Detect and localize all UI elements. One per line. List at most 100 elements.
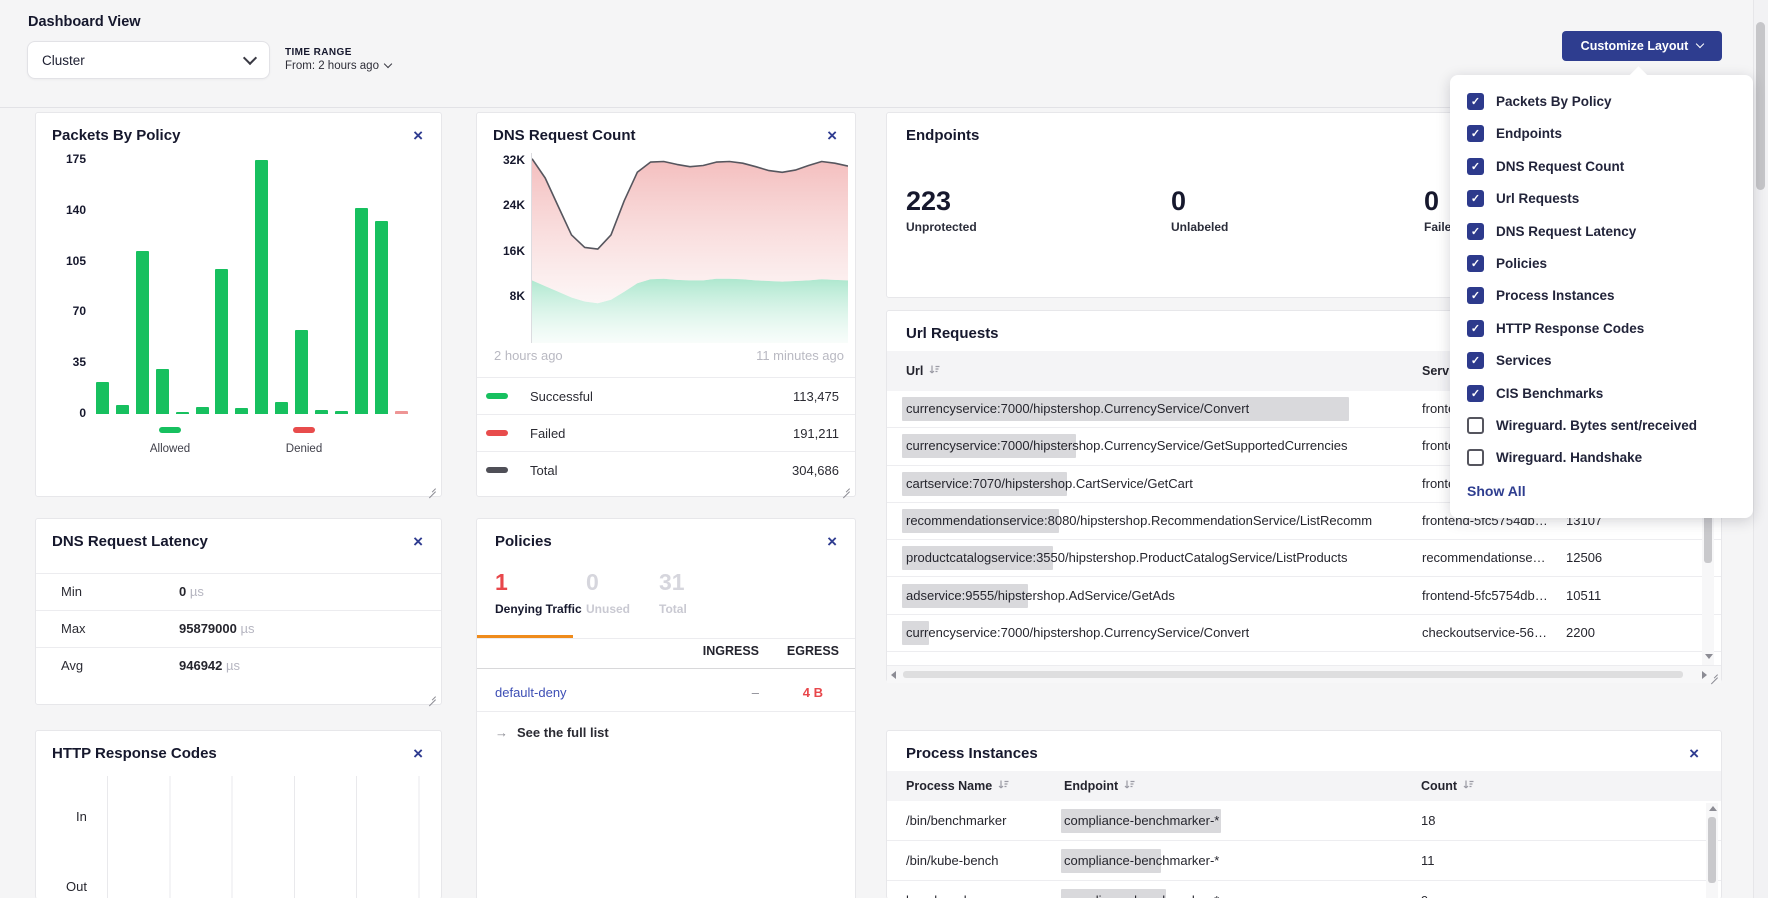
checkbox-checked-icon[interactable]: ✓ (1467, 190, 1484, 207)
bar-allowed (315, 410, 328, 414)
card-title: Policies (495, 533, 552, 550)
scrollbar-thumb[interactable] (903, 671, 1683, 678)
bar-allowed (96, 382, 109, 414)
service-cell: frontend-5fc5754db… (1422, 588, 1548, 603)
scroll-up-icon[interactable] (1709, 806, 1717, 811)
bar-allowed (116, 405, 129, 414)
view-selector[interactable]: Cluster (27, 41, 270, 79)
column-header-endpoint[interactable]: Endpoint (1064, 771, 1135, 801)
customize-layout-button[interactable]: Customize Layout (1562, 31, 1722, 61)
scroll-down-icon[interactable] (1705, 654, 1713, 659)
legend-swatch (159, 427, 181, 433)
resize-handle[interactable] (1709, 669, 1718, 678)
url-table-row[interactable]: adservice:9555/hipstershop.AdService/Get… (887, 578, 1721, 615)
process-table-row[interactable]: /bin/kube-benchcompliance-benchmarker-*1… (887, 841, 1721, 881)
latency-row-max: Max95879000 µs (36, 610, 441, 648)
card-title: Process Instances (906, 745, 1038, 762)
menu-item-process-instances[interactable]: ✓Process Instances (1467, 287, 1615, 304)
latency-label: Avg (61, 658, 83, 673)
bar-allowed (156, 369, 169, 414)
column-header-url[interactable]: Url (906, 351, 940, 391)
time-range-control[interactable]: From: 2 hours ago (285, 60, 391, 72)
ingress-value: – (679, 685, 759, 700)
menu-item-dns-request-count[interactable]: ✓DNS Request Count (1467, 158, 1624, 175)
menu-item-label: Wireguard. Bytes sent/received (1496, 418, 1697, 433)
process-table-row[interactable]: benchmarkercompliance-benchmarker-*9 (887, 881, 1721, 898)
menu-item-policies[interactable]: ✓Policies (1467, 255, 1547, 272)
tab-label: Total (659, 602, 687, 616)
menu-item-packets-by-policy[interactable]: ✓Packets By Policy (1467, 93, 1612, 110)
bar-allowed (275, 402, 288, 414)
policy-tab-total[interactable]: 31Total (659, 569, 687, 616)
legend-value: 191,211 (793, 426, 839, 441)
close-icon[interactable]: × (827, 533, 837, 550)
time-range-label: TIME RANGE (285, 47, 352, 58)
checkbox-checked-icon[interactable]: ✓ (1467, 255, 1484, 272)
checkbox-checked-icon[interactable]: ✓ (1467, 287, 1484, 304)
card-title: HTTP Response Codes (52, 745, 217, 762)
menu-item-cis-benchmarks[interactable]: ✓ CIS Benchmarks (1467, 385, 1603, 402)
close-icon[interactable]: × (413, 127, 423, 144)
arrow-right-icon: → (495, 725, 508, 740)
menu-item-services[interactable]: ✓ Services (1467, 352, 1552, 369)
process-table-row[interactable]: /bin/benchmarkercompliance-benchmarker-*… (887, 801, 1721, 841)
count-cell: 11 (1421, 853, 1435, 868)
resize-handle[interactable] (427, 483, 436, 492)
close-icon[interactable]: × (827, 127, 837, 144)
menu-item-wireguard-bytes-sent-received[interactable]: Wireguard. Bytes sent/received (1467, 417, 1697, 434)
column-header-count[interactable]: Count (1421, 771, 1474, 801)
sort-icon (1463, 779, 1474, 793)
menu-item-endpoints[interactable]: ✓ Endpoints (1467, 125, 1562, 142)
tab-count: 0 (586, 569, 630, 596)
stat-value: 0 (1171, 186, 1228, 217)
column-header-egress: EGRESS (767, 644, 839, 658)
menu-item-http-response-codes[interactable]: ✓HTTP Response Codes (1467, 320, 1644, 337)
divider (477, 711, 855, 712)
see-full-list-link[interactable]: → See the full list (495, 725, 609, 740)
scrollbar-thumb[interactable] (1756, 22, 1765, 190)
url-table-row[interactable]: productcatalogservice:3550/hipstershop.P… (887, 540, 1721, 577)
close-icon[interactable]: × (1689, 745, 1699, 762)
checkbox-checked-icon[interactable]: ✓ (1467, 125, 1484, 142)
url-table-row[interactable]: currencyservice:7000/hipstershop.Currenc… (887, 615, 1721, 652)
policy-tab-denying-traffic[interactable]: 1Denying Traffic (495, 569, 582, 616)
resize-handle[interactable] (841, 483, 850, 492)
horizontal-scrollbar[interactable] (887, 665, 1721, 683)
checkbox-checked-icon[interactable]: ✓ (1467, 352, 1484, 369)
scroll-left-icon[interactable] (891, 671, 896, 679)
legend-label: Failed (530, 426, 565, 441)
checkbox-checked-icon[interactable]: ✓ (1467, 385, 1484, 402)
checkbox-checked-icon[interactable]: ✓ (1467, 158, 1484, 175)
scrollbar-thumb[interactable] (1708, 817, 1716, 883)
menu-item-url-requests[interactable]: ✓Url Requests (1467, 190, 1579, 207)
url-cell: adservice:9555/hipstershop.AdService/Get… (906, 588, 1175, 603)
policy-link-default-deny[interactable]: default-deny (495, 685, 567, 700)
menu-item-label: Services (1496, 353, 1552, 368)
bar-allowed (136, 251, 149, 414)
close-icon[interactable]: × (413, 745, 423, 762)
column-header-process-name[interactable]: Process Name (906, 771, 1009, 801)
scroll-right-icon[interactable] (1702, 671, 1707, 679)
vertical-scrollbar[interactable] (1706, 803, 1718, 898)
menu-item-label: Endpoints (1496, 126, 1562, 141)
divider (477, 638, 855, 639)
checkbox-checked-icon[interactable]: ✓ (1467, 93, 1484, 110)
menu-item-dns-request-latency[interactable]: ✓DNS Request Latency (1467, 223, 1636, 240)
legend-swatch-wrap (486, 430, 530, 436)
page-scrollbar[interactable] (1753, 0, 1768, 898)
menu-item-label: CIS Benchmarks (1496, 386, 1603, 401)
process-name-cell: benchmarker (906, 893, 982, 898)
close-icon[interactable]: × (413, 533, 423, 550)
tab-label: Denying Traffic (495, 602, 582, 616)
checkbox-unchecked-icon[interactable] (1467, 449, 1484, 466)
checkbox-checked-icon[interactable]: ✓ (1467, 320, 1484, 337)
card-title: Url Requests (906, 325, 999, 342)
checkbox-checked-icon[interactable]: ✓ (1467, 223, 1484, 240)
policy-tab-unused[interactable]: 0Unused (586, 569, 630, 616)
menu-item-wireguard-handshake[interactable]: Wireguard. Handshake (1467, 449, 1642, 466)
resize-handle[interactable] (427, 691, 436, 700)
stat-value: 223 (906, 186, 977, 217)
show-all-link[interactable]: Show All (1467, 483, 1526, 499)
checkbox-unchecked-icon[interactable] (1467, 417, 1484, 434)
count-cell: 10511 (1566, 588, 1601, 603)
